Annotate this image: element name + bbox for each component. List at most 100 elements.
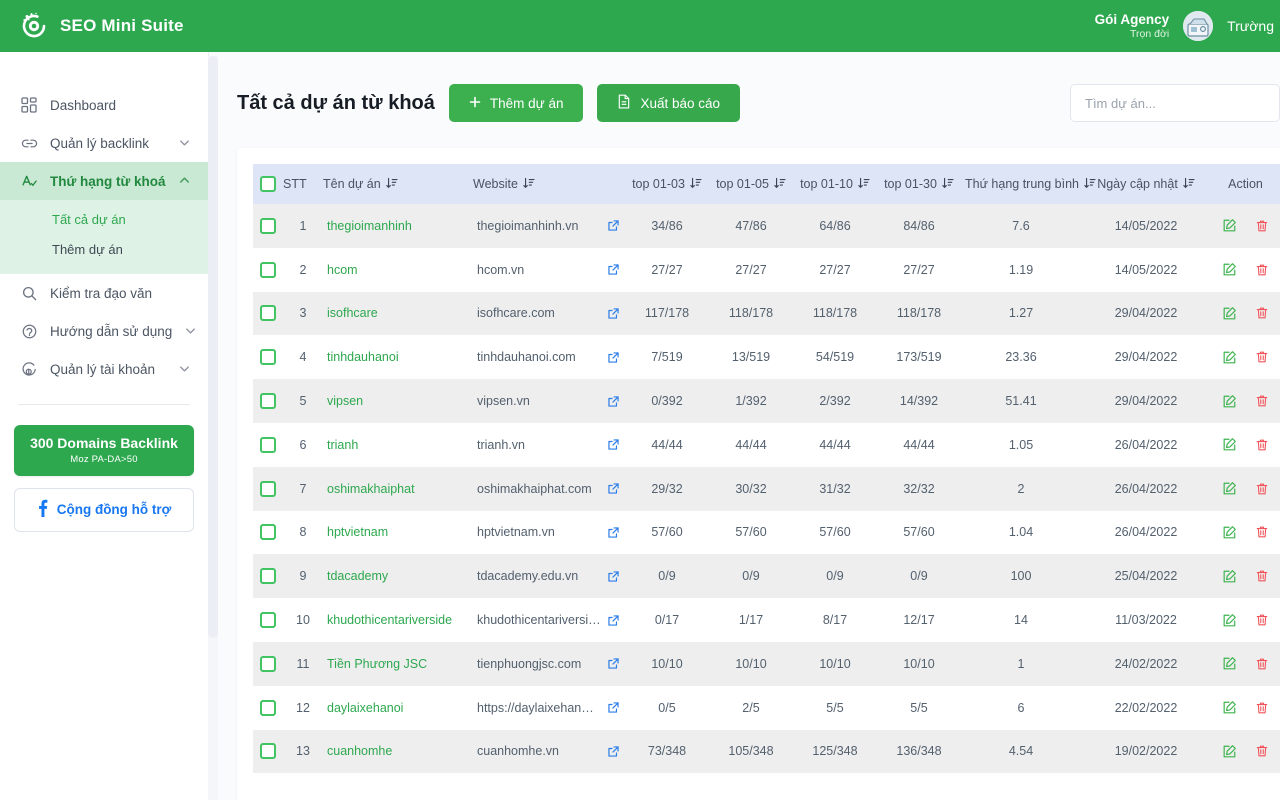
- table-row[interactable]: 12 daylaixehanoi https://daylaixehanoi.vn/…: [253, 685, 1280, 730]
- trash-icon[interactable]: [1254, 656, 1270, 672]
- row-checkbox[interactable]: [260, 217, 276, 234]
- row-checkbox[interactable]: [260, 261, 276, 278]
- edit-icon[interactable]: [1222, 743, 1238, 759]
- trash-icon[interactable]: [1254, 349, 1270, 365]
- external-link-icon[interactable]: [605, 524, 621, 540]
- trash-icon[interactable]: [1254, 612, 1270, 628]
- trash-icon[interactable]: [1254, 700, 1270, 716]
- sidebar-item-backlink[interactable]: Quản lý backlink: [0, 124, 208, 162]
- table-row[interactable]: 3 isofhcare isofhcare.com 117/178 118/178 118…: [253, 291, 1280, 336]
- project-name-link[interactable]: hptvietnam: [327, 525, 388, 539]
- trash-icon[interactable]: [1254, 568, 1270, 584]
- row-checkbox[interactable]: [260, 699, 276, 716]
- row-checkbox[interactable]: [260, 393, 276, 410]
- project-name-link[interactable]: tinhdauhanoi: [327, 350, 399, 364]
- row-checkbox[interactable]: [260, 568, 276, 585]
- brand[interactable]: SEO Mini Suite: [0, 10, 184, 42]
- trash-icon[interactable]: [1254, 305, 1270, 321]
- sidebar-item-account[interactable]: Quản lý tài khoản: [0, 350, 208, 388]
- col-updated-date[interactable]: Ngày cập nhật: [1081, 164, 1211, 204]
- col-top-01-03[interactable]: top 01-03: [625, 164, 709, 204]
- promo-backlink-button[interactable]: 300 Domains Backlink Moz PA-DA>50: [14, 425, 194, 476]
- col-top-01-30[interactable]: top 01-30: [877, 164, 961, 204]
- edit-icon[interactable]: [1222, 612, 1238, 628]
- project-name-link[interactable]: hcom: [327, 263, 358, 277]
- external-link-icon[interactable]: [605, 568, 621, 584]
- edit-icon[interactable]: [1222, 481, 1238, 497]
- external-link-icon[interactable]: [605, 393, 621, 409]
- sidebar-subitem-add-project[interactable]: Thêm dự án: [0, 234, 208, 264]
- row-checkbox[interactable]: [260, 612, 276, 629]
- search-input[interactable]: [1070, 84, 1280, 122]
- external-link-icon[interactable]: [605, 305, 621, 321]
- sidebar-subitem-all-projects[interactable]: Tất cả dự án: [0, 204, 208, 234]
- row-checkbox[interactable]: [260, 436, 276, 453]
- project-name-link[interactable]: daylaixehanoi: [327, 701, 403, 715]
- row-checkbox[interactable]: [260, 305, 276, 322]
- external-link-icon[interactable]: [607, 612, 621, 628]
- col-average-rank[interactable]: Thứ hạng trung bình: [961, 164, 1096, 204]
- external-link-icon[interactable]: [605, 481, 621, 497]
- project-name-link[interactable]: vipsen: [327, 394, 363, 408]
- sidebar-item-guide[interactable]: Hướng dẫn sử dụng: [0, 312, 208, 350]
- sidebar-item-dashboard[interactable]: Dashboard: [0, 86, 208, 124]
- trash-icon[interactable]: [1254, 218, 1270, 234]
- project-name-link[interactable]: Tiền Phương JSC: [327, 657, 427, 671]
- edit-icon[interactable]: [1222, 656, 1238, 672]
- col-website[interactable]: Website: [473, 164, 625, 204]
- trash-icon[interactable]: [1254, 524, 1270, 540]
- trash-icon[interactable]: [1254, 743, 1270, 759]
- edit-icon[interactable]: [1222, 218, 1238, 234]
- user-name[interactable]: Trường: [1227, 18, 1280, 34]
- table-row[interactable]: 1 thegioimanhinh thegioimanhinh.vn 34/86 47/…: [253, 204, 1280, 248]
- external-link-icon[interactable]: [605, 218, 621, 234]
- edit-icon[interactable]: [1222, 437, 1238, 453]
- project-name-link[interactable]: oshimakhaiphat: [327, 482, 415, 496]
- table-row[interactable]: 13 cuanhomhe cuanhomhe.vn 73/348 105/348 125/…: [253, 729, 1280, 774]
- external-link-icon[interactable]: [605, 262, 621, 278]
- row-checkbox[interactable]: [260, 524, 276, 541]
- edit-icon[interactable]: [1222, 568, 1238, 584]
- project-name-link[interactable]: tdacademy: [327, 569, 388, 583]
- sort-descending-icon[interactable]: [523, 177, 535, 192]
- sort-descending-icon[interactable]: [942, 177, 954, 192]
- external-link-icon[interactable]: [606, 700, 621, 716]
- edit-icon[interactable]: [1222, 349, 1238, 365]
- table-row[interactable]: 7 oshimakhaiphat oshimakhaiphat.com 29/32 30…: [253, 466, 1280, 511]
- edit-icon[interactable]: [1222, 700, 1238, 716]
- project-name-link[interactable]: isofhcare: [327, 306, 378, 320]
- sort-descending-icon[interactable]: [774, 177, 786, 192]
- user-avatar[interactable]: [1183, 11, 1214, 41]
- project-name-link[interactable]: cuanhomhe: [327, 744, 392, 758]
- trash-icon[interactable]: [1254, 437, 1270, 453]
- edit-icon[interactable]: [1222, 305, 1238, 321]
- external-link-icon[interactable]: [605, 437, 621, 453]
- table-row[interactable]: 10 khudothicentariverside khudothicentariv…: [253, 598, 1280, 642]
- export-report-button[interactable]: Xuất báo cáo: [597, 84, 741, 122]
- table-row[interactable]: 5 vipsen vipsen.vn 0/392 1/392 2/392 14/392 51.…: [253, 379, 1280, 423]
- trash-icon[interactable]: [1254, 481, 1270, 497]
- external-link-icon[interactable]: [605, 656, 621, 672]
- project-name-link[interactable]: trianh: [327, 438, 358, 452]
- table-row[interactable]: 8 hptvietnam hptvietnam.vn 57/60 57/60 57/60 5…: [253, 510, 1280, 555]
- col-top-01-10[interactable]: top 01-10: [793, 164, 877, 204]
- sort-descending-icon[interactable]: [1183, 177, 1195, 192]
- add-project-button[interactable]: Thêm dự án: [448, 84, 584, 122]
- row-checkbox[interactable]: [260, 655, 276, 672]
- project-name-link[interactable]: thegioimanhinh: [327, 219, 412, 233]
- external-link-icon[interactable]: [605, 349, 621, 365]
- table-row[interactable]: 4 tinhdauhanoi tinhdauhanoi.com 7/519 13/519…: [253, 335, 1280, 380]
- sort-descending-icon[interactable]: [386, 177, 398, 192]
- table-row[interactable]: 9 tdacademy tdacademy.edu.vn 0/9 0/9 0/9 0/9 10…: [253, 554, 1280, 599]
- table-row[interactable]: 6 trianh trianh.vn 44/44 44/44 44/44 44/44 1.05…: [253, 422, 1280, 467]
- row-checkbox[interactable]: [260, 743, 276, 760]
- col-top-01-05[interactable]: top 01-05: [709, 164, 793, 204]
- trash-icon[interactable]: [1254, 262, 1270, 278]
- sort-descending-icon[interactable]: [1084, 177, 1096, 192]
- table-row[interactable]: 2 hcom hcom.vn 27/27 27/27 27/27 27/27 1.19 14/0…: [253, 247, 1280, 292]
- sidebar-item-plagiarism[interactable]: Kiểm tra đạo văn: [0, 274, 208, 312]
- select-all-checkbox[interactable]: [260, 176, 276, 192]
- edit-icon[interactable]: [1222, 393, 1238, 409]
- col-name[interactable]: Tên dự án: [323, 164, 473, 204]
- sort-descending-icon[interactable]: [690, 177, 702, 192]
